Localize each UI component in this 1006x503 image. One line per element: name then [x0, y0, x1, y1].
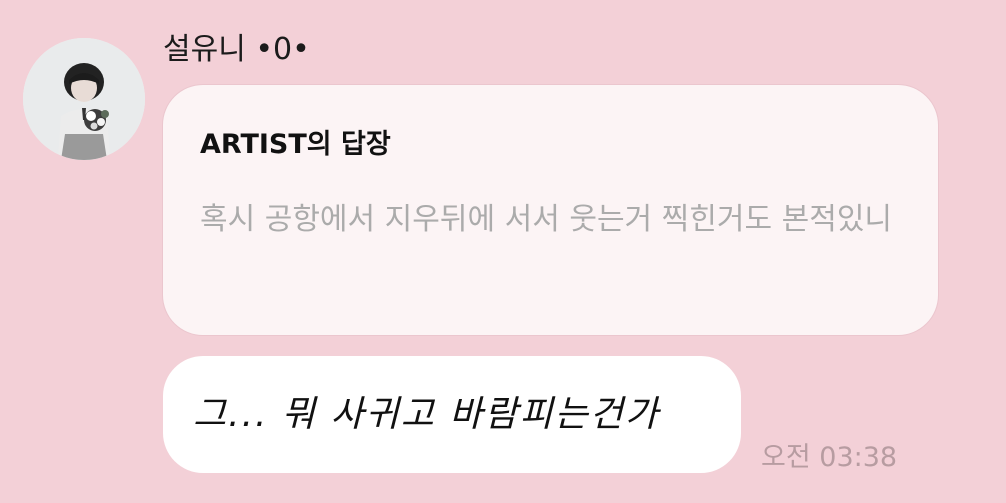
reply-quoted-text: 혹시 공항에서 지우뒤에 서서 웃는거 찍힌거도 본적있니 [200, 202, 893, 237]
sender-avatar[interactable] [23, 38, 145, 160]
message-timestamp: 오전 03:38 [761, 442, 898, 473]
message-bubble[interactable]: 그... 뭐 사귀고 바람피는건가 [163, 356, 741, 473]
message-text: 그... 뭐 사귀고 바람피는건가 [193, 394, 660, 435]
sender-name: 설유니 •0• [163, 32, 310, 67]
profile-photo-avatar [23, 38, 145, 160]
reply-title: ARTIST의 답장 [200, 129, 391, 160]
reply-card[interactable]: ARTIST의 답장 혹시 공항에서 지우뒤에 서서 웃는거 찍힌거도 본적있니 [163, 85, 938, 335]
